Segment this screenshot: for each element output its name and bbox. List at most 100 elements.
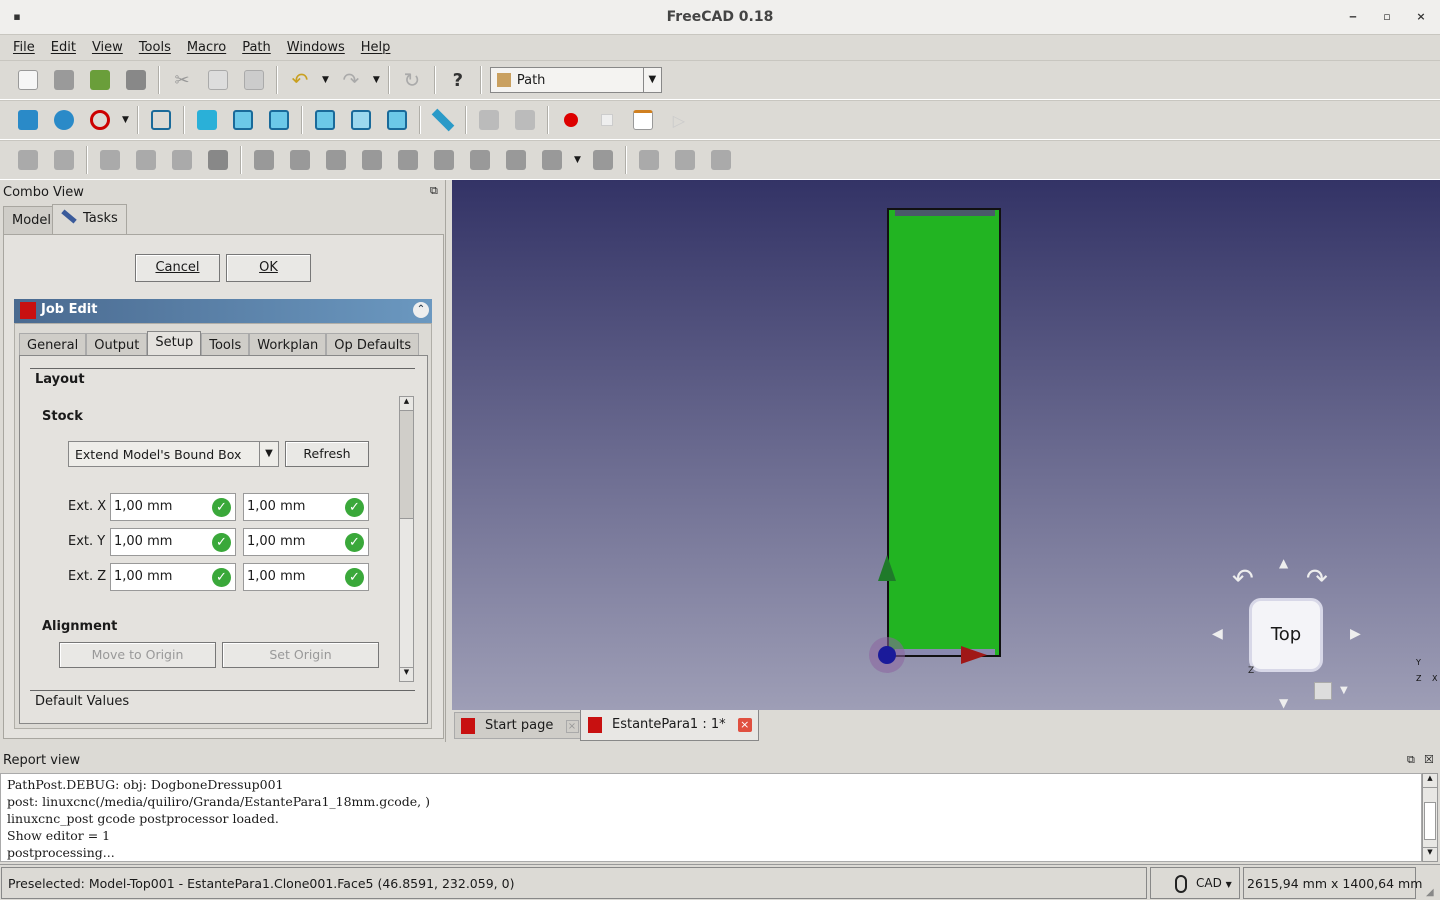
macro-run-button[interactable]: ▷ <box>665 106 693 134</box>
bottom-view-button[interactable] <box>347 106 375 134</box>
fit-selection-button[interactable] <box>50 106 78 134</box>
dressup-dropdown-icon[interactable]: ▼ <box>574 155 581 165</box>
refresh-button[interactable]: Refresh <box>285 441 369 467</box>
tab-start-page[interactable]: Start page × <box>454 712 586 739</box>
menu-tools[interactable]: Tools <box>131 36 179 60</box>
navcube-rotate-left-icon[interactable]: ◀ <box>1212 626 1223 642</box>
scroll-up-icon[interactable]: ▲ <box>1423 774 1437 788</box>
path-contour-button[interactable] <box>250 146 278 174</box>
group-button[interactable] <box>511 106 539 134</box>
open-button[interactable] <box>50 66 78 94</box>
new-button[interactable] <box>14 66 42 94</box>
collapse-icon[interactable]: ⌃ <box>413 302 429 318</box>
path-sanity-button[interactable] <box>204 146 232 174</box>
undock-icon[interactable]: ⧉ <box>430 184 438 198</box>
layout-section-header[interactable]: Layout <box>30 368 415 390</box>
top-view-button[interactable] <box>229 106 257 134</box>
stock-shape[interactable] <box>887 208 1001 657</box>
cut-button[interactable]: ✂ <box>168 66 196 94</box>
navcube-spin-cw-icon[interactable]: ↷ <box>1306 564 1328 594</box>
navcube-menu-arrow-icon[interactable]: ▼ <box>1340 685 1348 696</box>
scrollbar-thumb[interactable] <box>400 411 413 519</box>
tab-tools[interactable]: Tools <box>201 333 250 356</box>
tab-general[interactable]: General <box>19 333 87 356</box>
resize-grip-icon[interactable]: ◢ <box>1426 887 1434 898</box>
minimize-button[interactable]: ‒ <box>1338 0 1368 34</box>
workbench-selector[interactable]: Path ▼ <box>489 67 662 93</box>
save-button[interactable] <box>86 66 114 94</box>
navcube-menu-cube-icon[interactable] <box>1314 682 1332 700</box>
paste-button[interactable] <box>240 66 268 94</box>
path-profile-edges-button[interactable] <box>322 146 350 174</box>
close-panel-icon[interactable]: ☒ <box>1424 753 1434 766</box>
maximize-button[interactable]: ▫ <box>1372 0 1402 34</box>
navcube-spin-ccw-icon[interactable]: ↶ <box>1232 564 1254 594</box>
stock-type-select[interactable]: Extend Model's Bound Box ▼ <box>68 441 279 467</box>
ext-z-neg-input[interactable]: 1,00 mm ✓ <box>110 563 236 591</box>
path-pocket-button[interactable] <box>358 146 386 174</box>
right-view-button[interactable] <box>265 106 293 134</box>
default-values-section-header[interactable]: Default Values <box>30 690 415 712</box>
close-tab-icon[interactable]: × <box>565 720 579 733</box>
left-view-button[interactable] <box>383 106 411 134</box>
report-scrollbar[interactable]: ▲ ▼ <box>1422 773 1438 862</box>
path-custom-button[interactable] <box>707 146 735 174</box>
tab-op-defaults[interactable]: Op Defaults <box>326 333 420 356</box>
menu-help[interactable]: Help <box>353 36 399 60</box>
redo-dropdown-icon[interactable]: ▼ <box>373 75 380 85</box>
path-simulator-button[interactable] <box>589 146 617 174</box>
ext-x-pos-input[interactable]: 1,00 mm ✓ <box>243 493 369 521</box>
front-view-button[interactable] <box>193 106 221 134</box>
menu-view[interactable]: View <box>84 36 131 60</box>
draw-style-button[interactable] <box>86 106 114 134</box>
navcube-top-face[interactable]: Top <box>1249 598 1323 672</box>
undock-icon[interactable]: ⧉ <box>1407 753 1415 767</box>
navcube-rotate-right-icon[interactable]: ▶ <box>1350 626 1361 642</box>
ext-x-neg-input[interactable]: 1,00 mm ✓ <box>110 493 236 521</box>
path-job-button[interactable] <box>14 146 42 174</box>
navigation-style-button[interactable]: CAD ▼ <box>1150 867 1240 899</box>
window-menu-icon[interactable]: ▪ <box>2 0 32 34</box>
path-tool-library-button[interactable] <box>168 146 196 174</box>
set-origin-button[interactable]: Set Origin <box>222 642 379 668</box>
measure-distance-button[interactable] <box>429 106 457 134</box>
ext-z-pos-input[interactable]: 1,00 mm ✓ <box>243 563 369 591</box>
copy-button[interactable] <box>204 66 232 94</box>
tab-workplan[interactable]: Workplan <box>249 333 327 356</box>
path-engrave-button[interactable] <box>538 146 566 174</box>
ext-y-neg-input[interactable]: 1,00 mm ✓ <box>110 528 236 556</box>
path-tool-controller-button[interactable] <box>132 146 160 174</box>
rear-view-button[interactable] <box>311 106 339 134</box>
tab-setup[interactable]: Setup <box>147 331 202 356</box>
navcube-rotate-up-icon[interactable]: ▲ <box>1279 556 1288 570</box>
path-drilling-button[interactable] <box>394 146 422 174</box>
setup-scrollbar[interactable]: ▲ ▼ <box>399 396 414 682</box>
scrollbar-thumb[interactable] <box>1424 802 1436 840</box>
scroll-down-icon[interactable]: ▼ <box>1423 847 1437 861</box>
close-tab-icon[interactable]: × <box>737 718 752 732</box>
menu-path[interactable]: Path <box>234 36 279 60</box>
macro-stop-button[interactable] <box>593 106 621 134</box>
menu-macro[interactable]: Macro <box>179 36 234 60</box>
path-helix-button[interactable] <box>466 146 494 174</box>
ext-y-pos-input[interactable]: 1,00 mm ✓ <box>243 528 369 556</box>
redo-button[interactable]: ↷ <box>337 66 365 94</box>
ok-button[interactable]: OK <box>226 254 311 282</box>
path-profile-button[interactable] <box>286 146 314 174</box>
print-button[interactable] <box>122 66 150 94</box>
tab-estantepara1[interactable]: EstantePara1 : 1* × <box>580 710 759 741</box>
close-button[interactable]: × <box>1406 0 1436 34</box>
part-button[interactable] <box>475 106 503 134</box>
path-adaptive-button[interactable] <box>502 146 530 174</box>
undo-button[interactable]: ↶ <box>286 66 314 94</box>
macro-edit-button[interactable] <box>629 106 657 134</box>
draw-style-dropdown-icon[interactable]: ▼ <box>122 115 129 125</box>
undo-dropdown-icon[interactable]: ▼ <box>322 75 329 85</box>
navcube-rotate-down-icon[interactable]: ▼ <box>1279 696 1288 710</box>
move-to-origin-button[interactable]: Move to Origin <box>59 642 216 668</box>
scroll-up-icon[interactable]: ▲ <box>400 397 413 411</box>
menu-windows[interactable]: Windows <box>279 36 353 60</box>
path-tool-button[interactable] <box>96 146 124 174</box>
refresh-button[interactable]: ↻ <box>398 66 426 94</box>
tab-tasks[interactable]: Tasks <box>52 204 127 235</box>
